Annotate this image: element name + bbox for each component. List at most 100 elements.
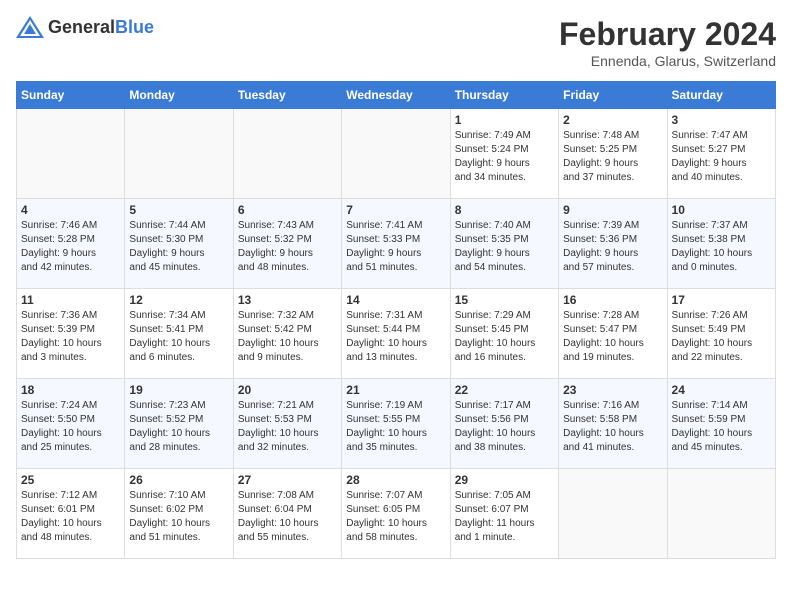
day-number: 3 bbox=[672, 113, 771, 127]
day-info: Sunrise: 7:16 AM Sunset: 5:58 PM Dayligh… bbox=[563, 399, 662, 455]
day-info: Sunrise: 7:49 AM Sunset: 5:24 PM Dayligh… bbox=[455, 129, 554, 185]
day-number: 20 bbox=[238, 383, 337, 397]
day-number: 22 bbox=[455, 383, 554, 397]
calendar-cell: 11 Sunrise: 7:36 AM Sunset: 5:39 PM Dayli… bbox=[17, 289, 125, 379]
weekday-header-monday: Monday bbox=[125, 82, 233, 109]
calendar-cell bbox=[17, 109, 125, 199]
weekday-header-wednesday: Wednesday bbox=[342, 82, 450, 109]
calendar-cell: 2Sunrise: 7:48 AM Sunset: 5:25 PM Daylig… bbox=[559, 109, 667, 199]
day-info: Sunrise: 7:23 AM Sunset: 5:52 PM Dayligh… bbox=[129, 399, 228, 455]
weekday-header-saturday: Saturday bbox=[667, 82, 775, 109]
calendar-cell: 9 Sunrise: 7:39 AM Sunset: 5:36 PM Daylig… bbox=[559, 199, 667, 289]
day-number: 11 bbox=[21, 293, 120, 307]
day-info: Sunrise: 7:48 AM Sunset: 5:25 PM Dayligh… bbox=[563, 129, 662, 185]
day-info: Sunrise: 7:46 AM Sunset: 5:28 PM Dayligh… bbox=[21, 219, 120, 275]
calendar-cell: 8 Sunrise: 7:40 AM Sunset: 5:35 PM Daylig… bbox=[450, 199, 558, 289]
calendar-cell: 12 Sunrise: 7:34 AM Sunset: 5:41 PM Dayli… bbox=[125, 289, 233, 379]
calendar-body: 1 Sunrise: 7:49 AM Sunset: 5:24 PM Daylig… bbox=[17, 109, 776, 559]
day-number: 14 bbox=[346, 293, 445, 307]
logo: GeneralBlue bbox=[16, 16, 154, 38]
calendar-cell: 20 Sunrise: 7:21 AM Sunset: 5:53 PM Dayli… bbox=[233, 379, 341, 469]
title-area: February 2024 Ennenda, Glarus, Switzerla… bbox=[559, 16, 776, 69]
logo-general: General bbox=[48, 17, 115, 37]
day-number: 29 bbox=[455, 473, 554, 487]
calendar-cell bbox=[125, 109, 233, 199]
day-info: Sunrise: 7:43 AM Sunset: 5:32 PM Dayligh… bbox=[238, 219, 337, 275]
calendar-cell bbox=[667, 469, 775, 559]
day-info: Sunrise: 7:32 AM Sunset: 5:42 PM Dayligh… bbox=[238, 309, 337, 365]
day-info: Sunrise: 7:34 AM Sunset: 5:41 PM Dayligh… bbox=[129, 309, 228, 365]
calendar-cell: 6Sunrise: 7:43 AM Sunset: 5:32 PM Daylig… bbox=[233, 199, 341, 289]
calendar-cell: 3 Sunrise: 7:47 AM Sunset: 5:27 PM Daylig… bbox=[667, 109, 775, 199]
calendar-cell: 15Sunrise: 7:29 AM Sunset: 5:45 PM Dayli… bbox=[450, 289, 558, 379]
day-info: Sunrise: 7:26 AM Sunset: 5:49 PM Dayligh… bbox=[672, 309, 771, 365]
day-number: 4 bbox=[21, 203, 120, 217]
calendar-week-4: 25 Sunrise: 7:12 AM Sunset: 6:01 PM Dayli… bbox=[17, 469, 776, 559]
calendar-cell: 16 Sunrise: 7:28 AM Sunset: 5:47 PM Dayli… bbox=[559, 289, 667, 379]
weekday-header-sunday: Sunday bbox=[17, 82, 125, 109]
day-info: Sunrise: 7:37 AM Sunset: 5:38 PM Dayligh… bbox=[672, 219, 771, 275]
calendar-cell: 29 Sunrise: 7:05 AM Sunset: 6:07 PM Dayli… bbox=[450, 469, 558, 559]
day-info: Sunrise: 7:10 AM Sunset: 6:02 PM Dayligh… bbox=[129, 489, 228, 545]
main-title: February 2024 bbox=[559, 16, 776, 53]
day-info: Sunrise: 7:44 AM Sunset: 5:30 PM Dayligh… bbox=[129, 219, 228, 275]
calendar-cell: 26 Sunrise: 7:10 AM Sunset: 6:02 PM Dayli… bbox=[125, 469, 233, 559]
calendar-week-3: 18 Sunrise: 7:24 AM Sunset: 5:50 PM Dayli… bbox=[17, 379, 776, 469]
day-info: Sunrise: 7:47 AM Sunset: 5:27 PM Dayligh… bbox=[672, 129, 771, 185]
day-number: 13 bbox=[238, 293, 337, 307]
day-info: Sunrise: 7:31 AM Sunset: 5:44 PM Dayligh… bbox=[346, 309, 445, 365]
day-number: 17 bbox=[672, 293, 771, 307]
day-number: 1 bbox=[455, 113, 554, 127]
weekday-header-friday: Friday bbox=[559, 82, 667, 109]
calendar-week-1: 4 Sunrise: 7:46 AM Sunset: 5:28 PM Daylig… bbox=[17, 199, 776, 289]
day-info: Sunrise: 7:24 AM Sunset: 5:50 PM Dayligh… bbox=[21, 399, 120, 455]
day-info: Sunrise: 7:21 AM Sunset: 5:53 PM Dayligh… bbox=[238, 399, 337, 455]
day-number: 23 bbox=[563, 383, 662, 397]
day-number: 21 bbox=[346, 383, 445, 397]
calendar-cell: 5 Sunrise: 7:44 AM Sunset: 5:30 PM Daylig… bbox=[125, 199, 233, 289]
day-number: 8 bbox=[455, 203, 554, 217]
calendar-cell: 23 Sunrise: 7:16 AM Sunset: 5:58 PM Dayli… bbox=[559, 379, 667, 469]
calendar-cell bbox=[559, 469, 667, 559]
logo-icon bbox=[16, 16, 44, 38]
calendar-cell: 17 Sunrise: 7:26 AM Sunset: 5:49 PM Dayli… bbox=[667, 289, 775, 379]
day-info: Sunrise: 7:39 AM Sunset: 5:36 PM Dayligh… bbox=[563, 219, 662, 275]
day-info: Sunrise: 7:41 AM Sunset: 5:33 PM Dayligh… bbox=[346, 219, 445, 275]
day-number: 5 bbox=[129, 203, 228, 217]
calendar-cell: 27Sunrise: 7:08 AM Sunset: 6:04 PM Dayli… bbox=[233, 469, 341, 559]
day-number: 10 bbox=[672, 203, 771, 217]
calendar-cell: 18 Sunrise: 7:24 AM Sunset: 5:50 PM Dayli… bbox=[17, 379, 125, 469]
day-number: 16 bbox=[563, 293, 662, 307]
day-info: Sunrise: 7:12 AM Sunset: 6:01 PM Dayligh… bbox=[21, 489, 120, 545]
weekday-header-tuesday: Tuesday bbox=[233, 82, 341, 109]
calendar-cell: 7 Sunrise: 7:41 AM Sunset: 5:33 PM Daylig… bbox=[342, 199, 450, 289]
calendar-table: SundayMondayTuesdayWednesdayThursdayFrid… bbox=[16, 81, 776, 559]
calendar-cell: 19 Sunrise: 7:23 AM Sunset: 5:52 PM Dayli… bbox=[125, 379, 233, 469]
day-number: 7 bbox=[346, 203, 445, 217]
day-info: Sunrise: 7:29 AM Sunset: 5:45 PM Dayligh… bbox=[455, 309, 554, 365]
header: GeneralBlue February 2024 Ennenda, Glaru… bbox=[16, 16, 776, 69]
calendar-cell: 4 Sunrise: 7:46 AM Sunset: 5:28 PM Daylig… bbox=[17, 199, 125, 289]
day-info: Sunrise: 7:36 AM Sunset: 5:39 PM Dayligh… bbox=[21, 309, 120, 365]
calendar-week-0: 1 Sunrise: 7:49 AM Sunset: 5:24 PM Daylig… bbox=[17, 109, 776, 199]
day-number: 24 bbox=[672, 383, 771, 397]
day-number: 19 bbox=[129, 383, 228, 397]
day-number: 25 bbox=[21, 473, 120, 487]
day-info: Sunrise: 7:17 AM Sunset: 5:56 PM Dayligh… bbox=[455, 399, 554, 455]
weekday-header-thursday: Thursday bbox=[450, 82, 558, 109]
day-number: 18 bbox=[21, 383, 120, 397]
day-number: 28 bbox=[346, 473, 445, 487]
day-number: 9 bbox=[563, 203, 662, 217]
calendar-cell: 13 Sunrise: 7:32 AM Sunset: 5:42 PM Dayli… bbox=[233, 289, 341, 379]
day-number: 26 bbox=[129, 473, 228, 487]
calendar-cell: 22 Sunrise: 7:17 AM Sunset: 5:56 PM Dayli… bbox=[450, 379, 558, 469]
calendar-cell: 24Sunrise: 7:14 AM Sunset: 5:59 PM Dayli… bbox=[667, 379, 775, 469]
calendar-cell: 1 Sunrise: 7:49 AM Sunset: 5:24 PM Daylig… bbox=[450, 109, 558, 199]
day-number: 12 bbox=[129, 293, 228, 307]
day-info: Sunrise: 7:05 AM Sunset: 6:07 PM Dayligh… bbox=[455, 489, 554, 545]
calendar-cell bbox=[342, 109, 450, 199]
day-info: Sunrise: 7:08 AM Sunset: 6:04 PM Dayligh… bbox=[238, 489, 337, 545]
calendar-header-row: SundayMondayTuesdayWednesdayThursdayFrid… bbox=[17, 82, 776, 109]
day-info: Sunrise: 7:40 AM Sunset: 5:35 PM Dayligh… bbox=[455, 219, 554, 275]
day-info: Sunrise: 7:28 AM Sunset: 5:47 PM Dayligh… bbox=[563, 309, 662, 365]
